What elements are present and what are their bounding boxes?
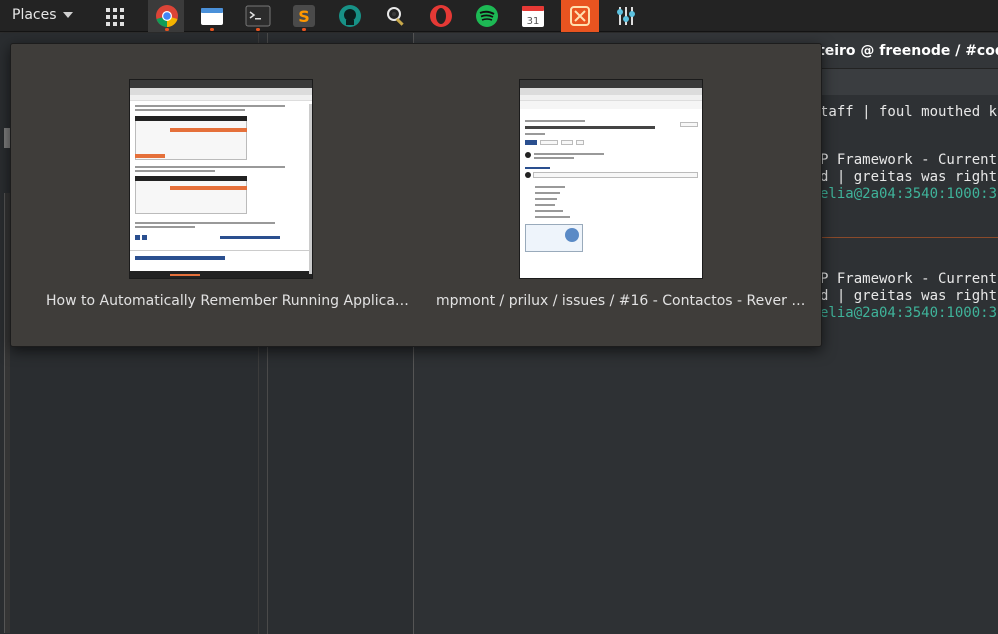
running-indicator	[256, 28, 260, 31]
chat-line: d | greitas was right h	[820, 169, 998, 185]
chevron-down-icon	[62, 12, 73, 18]
sublime-text-icon[interactable]: S	[291, 3, 317, 29]
window-thumbnail[interactable]	[129, 79, 313, 279]
chat-line: taff | foul mouthed ki	[820, 104, 998, 120]
calendar-icon[interactable]: 31	[520, 3, 546, 29]
files-window-icon[interactable]	[199, 3, 225, 29]
chat-line: elia@2a04:3540:1000:310	[820, 186, 998, 202]
chat-line: P Framework - Current s	[820, 152, 998, 168]
app-grid-icon[interactable]	[106, 8, 124, 26]
running-indicator	[302, 28, 306, 31]
places-label: Places	[12, 7, 57, 23]
chat-line: elia@2a04:3540:1000:310	[820, 305, 998, 321]
chat-line: d | greitas was right h	[820, 288, 998, 304]
mixer-icon[interactable]	[613, 3, 639, 29]
gitkraken-icon[interactable]	[337, 3, 363, 29]
window-title[interactable]: How to Automatically Remember Running Ap…	[46, 293, 409, 309]
window-switcher: How to Automatically Remember Running Ap…	[10, 43, 822, 347]
window-title[interactable]: mpmont / prilux / issues / #16 - Contact…	[436, 293, 805, 309]
top-panel: Places S 31	[0, 0, 998, 32]
places-menu[interactable]: Places	[12, 7, 73, 23]
sniffer-app-icon[interactable]	[383, 3, 409, 29]
chrome-icon[interactable]	[154, 3, 180, 29]
network-tool-icon[interactable]	[567, 3, 593, 29]
chat-title: teiro @ freenode / #code	[818, 43, 998, 59]
window-thumbnail[interactable]	[519, 79, 703, 279]
calendar-day: 31	[527, 16, 540, 27]
chat-line: P Framework - Current s	[820, 271, 998, 287]
running-indicator	[165, 28, 169, 31]
terminal-icon[interactable]	[245, 3, 271, 29]
opera-icon[interactable]	[428, 3, 454, 29]
svg-text:S: S	[298, 7, 310, 26]
running-indicator	[210, 28, 214, 31]
spotify-icon[interactable]	[474, 3, 500, 29]
